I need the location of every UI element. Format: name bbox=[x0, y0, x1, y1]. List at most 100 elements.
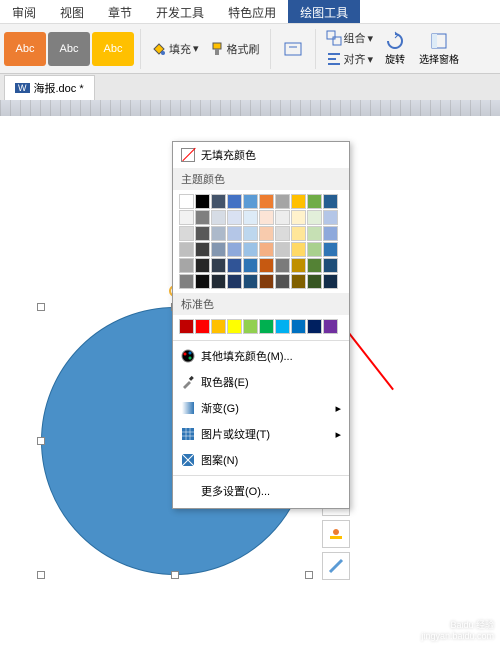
color-swatch[interactable] bbox=[259, 274, 274, 289]
color-swatch[interactable] bbox=[195, 258, 210, 273]
color-swatch[interactable] bbox=[243, 242, 258, 257]
color-swatch[interactable] bbox=[291, 210, 306, 225]
select-pane-button[interactable]: 选择窗格 bbox=[413, 29, 465, 68]
color-swatch[interactable] bbox=[195, 194, 210, 209]
color-swatch[interactable] bbox=[291, 242, 306, 257]
fill-button[interactable]: 填充 ▾ bbox=[147, 39, 203, 59]
color-swatch[interactable] bbox=[323, 258, 338, 273]
color-swatch[interactable] bbox=[275, 274, 290, 289]
shape-style-3[interactable]: Abc bbox=[92, 32, 134, 66]
color-swatch[interactable] bbox=[211, 274, 226, 289]
color-swatch[interactable] bbox=[179, 319, 194, 334]
no-fill-item[interactable]: 无填充颜色 bbox=[173, 142, 349, 168]
color-swatch[interactable] bbox=[275, 210, 290, 225]
color-swatch[interactable] bbox=[211, 319, 226, 334]
format-painter-button[interactable]: 格式刷 bbox=[205, 39, 264, 59]
quick-style-button[interactable] bbox=[322, 520, 350, 548]
quick-effect-button[interactable] bbox=[322, 552, 350, 580]
color-swatch[interactable] bbox=[307, 319, 322, 334]
tab-special[interactable]: 特色应用 bbox=[216, 0, 288, 23]
color-swatch[interactable] bbox=[323, 242, 338, 257]
more-colors-item[interactable]: 其他填充颜色(M)... bbox=[173, 343, 349, 369]
color-swatch[interactable] bbox=[195, 274, 210, 289]
color-swatch[interactable] bbox=[323, 226, 338, 241]
color-swatch[interactable] bbox=[195, 242, 210, 257]
color-swatch[interactable] bbox=[275, 319, 290, 334]
color-swatch[interactable] bbox=[307, 274, 322, 289]
tab-devtools[interactable]: 开发工具 bbox=[144, 0, 216, 23]
color-swatch[interactable] bbox=[243, 274, 258, 289]
picture-texture-item[interactable]: 图片或纹理(T) ▸ bbox=[173, 421, 349, 447]
color-swatch[interactable] bbox=[275, 258, 290, 273]
color-swatch[interactable] bbox=[291, 194, 306, 209]
color-swatch[interactable] bbox=[259, 226, 274, 241]
color-swatch[interactable] bbox=[259, 319, 274, 334]
color-swatch[interactable] bbox=[291, 319, 306, 334]
color-swatch[interactable] bbox=[307, 194, 322, 209]
color-swatch[interactable] bbox=[259, 210, 274, 225]
color-swatch[interactable] bbox=[291, 258, 306, 273]
color-swatch[interactable] bbox=[275, 194, 290, 209]
color-swatch[interactable] bbox=[227, 210, 242, 225]
resize-handle-b[interactable] bbox=[171, 571, 179, 579]
color-swatch[interactable] bbox=[275, 242, 290, 257]
document-tab[interactable]: W 海报.doc * bbox=[4, 75, 95, 100]
resize-handle-br[interactable] bbox=[305, 571, 313, 579]
pattern-item[interactable]: 图案(N) bbox=[173, 447, 349, 473]
color-swatch[interactable] bbox=[227, 194, 242, 209]
color-swatch[interactable] bbox=[291, 274, 306, 289]
color-swatch[interactable] bbox=[323, 194, 338, 209]
color-swatch[interactable] bbox=[211, 226, 226, 241]
color-swatch[interactable] bbox=[323, 274, 338, 289]
tab-drawing-tools[interactable]: 绘图工具 bbox=[288, 0, 360, 23]
color-swatch[interactable] bbox=[195, 226, 210, 241]
color-swatch[interactable] bbox=[227, 258, 242, 273]
resize-handle-bl[interactable] bbox=[37, 571, 45, 579]
color-swatch[interactable] bbox=[211, 242, 226, 257]
rotate-button[interactable]: 旋转 bbox=[379, 29, 411, 68]
textbox-button[interactable] bbox=[277, 37, 309, 61]
color-swatch[interactable] bbox=[243, 194, 258, 209]
color-swatch[interactable] bbox=[211, 194, 226, 209]
color-swatch[interactable] bbox=[323, 210, 338, 225]
color-swatch[interactable] bbox=[307, 242, 322, 257]
color-swatch[interactable] bbox=[227, 226, 242, 241]
color-swatch[interactable] bbox=[259, 194, 274, 209]
color-swatch[interactable] bbox=[179, 274, 194, 289]
group-button[interactable]: 组合▾ bbox=[322, 28, 378, 48]
color-swatch[interactable] bbox=[211, 258, 226, 273]
color-swatch[interactable] bbox=[307, 210, 322, 225]
color-swatch[interactable] bbox=[291, 226, 306, 241]
color-swatch[interactable] bbox=[179, 226, 194, 241]
color-swatch[interactable] bbox=[195, 210, 210, 225]
color-swatch[interactable] bbox=[243, 226, 258, 241]
align-button[interactable]: 对齐▾ bbox=[322, 49, 378, 69]
tab-chapter[interactable]: 章节 bbox=[96, 0, 144, 23]
horizontal-ruler[interactable] bbox=[0, 100, 500, 116]
eyedropper-item[interactable]: 取色器(E) bbox=[173, 369, 349, 395]
color-swatch[interactable] bbox=[259, 242, 274, 257]
color-swatch[interactable] bbox=[227, 242, 242, 257]
tab-view[interactable]: 视图 bbox=[48, 0, 96, 23]
gradient-item[interactable]: 渐变(G) ▸ bbox=[173, 395, 349, 421]
color-swatch[interactable] bbox=[259, 258, 274, 273]
more-settings-item[interactable]: 更多设置(O)... bbox=[173, 478, 349, 504]
color-swatch[interactable] bbox=[179, 242, 194, 257]
color-swatch[interactable] bbox=[211, 210, 226, 225]
color-swatch[interactable] bbox=[227, 274, 242, 289]
shape-style-1[interactable]: Abc bbox=[4, 32, 46, 66]
tab-review[interactable]: 审阅 bbox=[0, 0, 48, 23]
resize-handle-tl[interactable] bbox=[37, 303, 45, 311]
color-swatch[interactable] bbox=[179, 194, 194, 209]
color-swatch[interactable] bbox=[179, 258, 194, 273]
color-swatch[interactable] bbox=[243, 258, 258, 273]
color-swatch[interactable] bbox=[243, 319, 258, 334]
resize-handle-l[interactable] bbox=[37, 437, 45, 445]
color-swatch[interactable] bbox=[307, 258, 322, 273]
color-swatch[interactable] bbox=[243, 210, 258, 225]
color-swatch[interactable] bbox=[307, 226, 322, 241]
canvas[interactable]: 无填充颜色 主题颜色 标准色 其他填充颜色(M)... 取色器(E) 渐变(G)… bbox=[0, 116, 500, 646]
shape-style-2[interactable]: Abc bbox=[48, 32, 90, 66]
color-swatch[interactable] bbox=[195, 319, 210, 334]
color-swatch[interactable] bbox=[275, 226, 290, 241]
